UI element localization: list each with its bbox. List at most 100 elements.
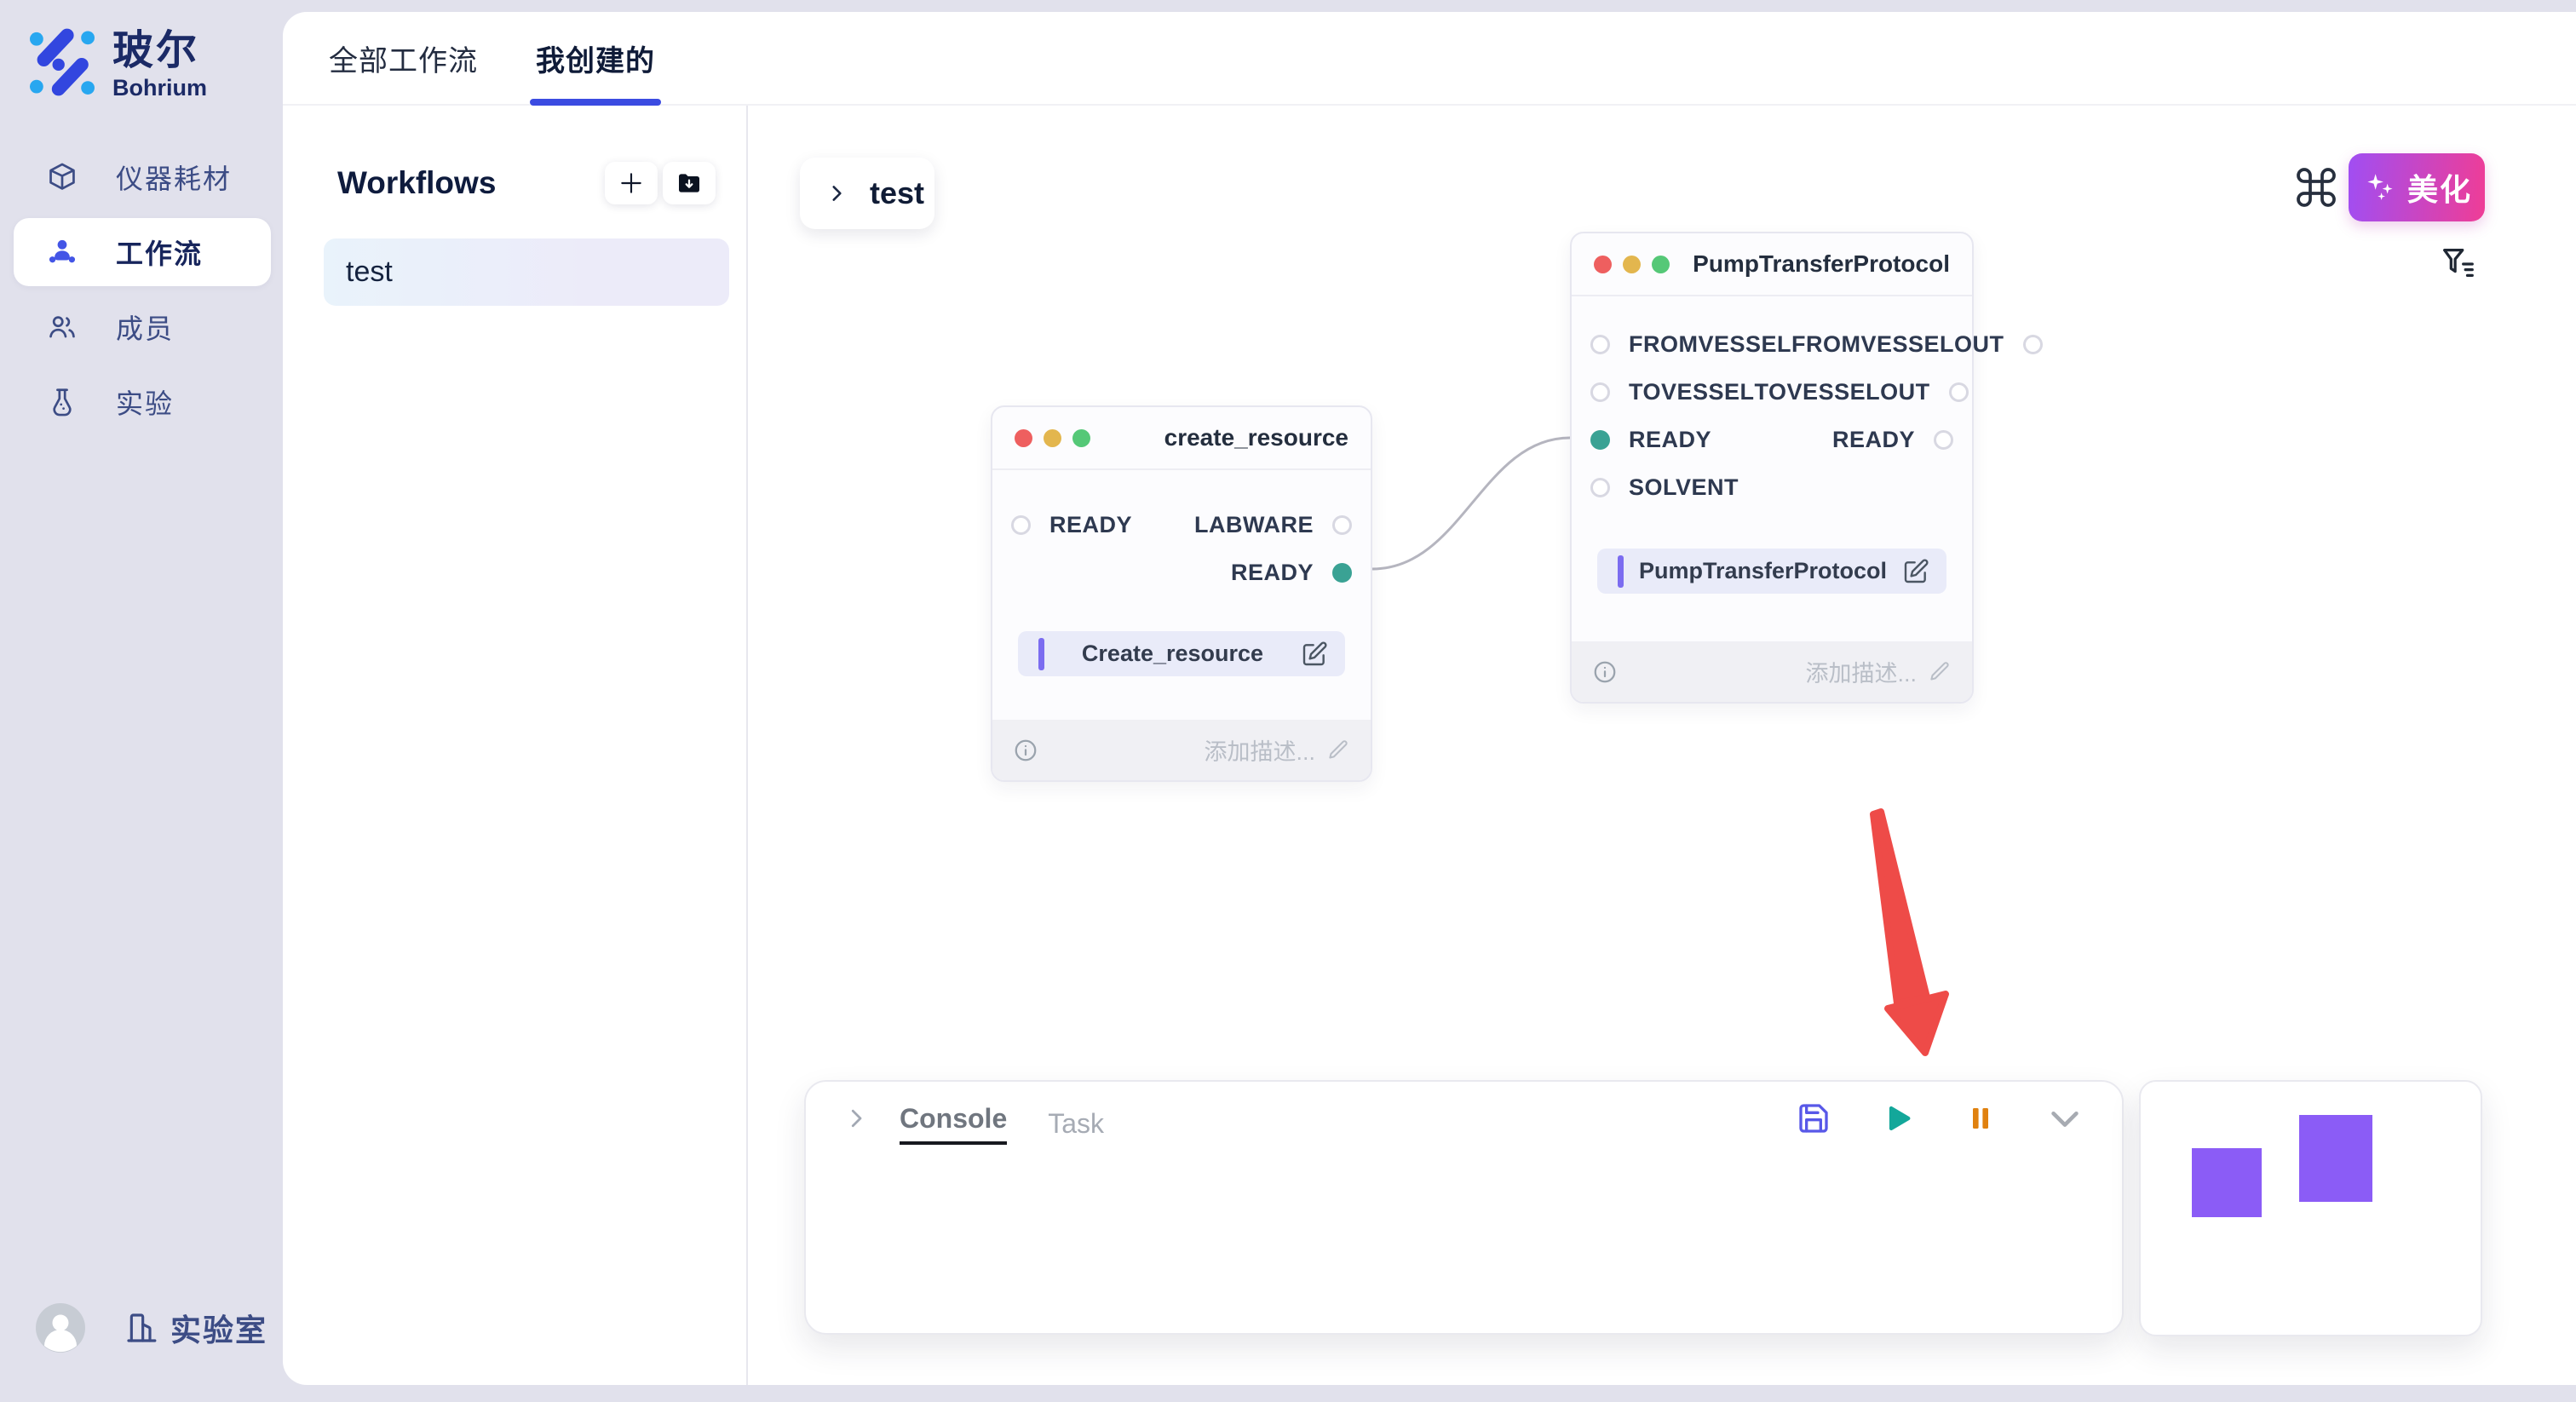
sidebar-item-instruments[interactable]: 仪器耗材 — [14, 143, 271, 211]
port-output-ready[interactable]: READY — [1231, 560, 1352, 586]
pill-label: Create_resource — [1044, 641, 1301, 667]
bohrium-logo-icon — [26, 26, 99, 99]
console-expand-icon[interactable] — [843, 1106, 869, 1131]
sidebar-item-label: 成员 — [116, 307, 174, 347]
port-output-tovesselout[interactable]: TOVESSELOUT — [1755, 379, 1969, 405]
beautify-label: 美化 — [2407, 165, 2472, 210]
pencil-icon — [1327, 738, 1350, 761]
annotation-arrow — [1873, 812, 1946, 1053]
port-handle[interactable] — [1934, 430, 1953, 450]
folder-download-icon — [676, 170, 703, 197]
node-footer: 添加描述... — [992, 720, 1371, 780]
play-icon[interactable] — [1880, 1100, 1916, 1136]
sidebar-item-members[interactable]: 成员 — [14, 293, 271, 361]
sidebar: 玻尔 Bohrium 仪器耗材 工作流 — [0, 0, 283, 1402]
workflow-name: test — [346, 256, 393, 289]
tab-my-created[interactable]: 我创建的 — [536, 12, 655, 104]
brand-name-cn: 玻尔 — [112, 27, 207, 75]
port-handle[interactable] — [1590, 335, 1610, 354]
pill-accent-bar — [1618, 555, 1624, 588]
plus-icon — [618, 170, 645, 197]
node-ports: READY LABWARE READY — [992, 501, 1371, 596]
minimap-node — [2192, 1148, 2262, 1217]
sidebar-footer: 实验室 — [36, 1303, 267, 1353]
sidebar-item-experiments[interactable]: 实验 — [14, 368, 271, 436]
app-screen: 玻尔 Bohrium 仪器耗材 工作流 — [0, 0, 2576, 1402]
beautify-button[interactable]: 美化 — [2349, 153, 2485, 221]
save-icon[interactable] — [1797, 1101, 1831, 1135]
edge-create-resource-to-pump — [1372, 438, 1570, 569]
node-title: PumpTransferProtocol — [1693, 250, 1950, 278]
breadcrumb[interactable]: test — [800, 158, 934, 229]
info-icon[interactable] — [1013, 738, 1038, 763]
minimap-node — [2299, 1115, 2372, 1202]
sidebar-item-workflow[interactable]: 工作流 — [14, 218, 271, 286]
edit-icon[interactable] — [1301, 641, 1328, 668]
port-input-solvent[interactable]: SOLVENT — [1590, 474, 1739, 501]
info-icon[interactable] — [1592, 659, 1618, 685]
port-handle[interactable] — [1949, 382, 1969, 402]
sidebar-item-label: 仪器耗材 — [116, 158, 232, 197]
chevron-down-icon[interactable] — [2045, 1099, 2084, 1138]
node-title: create_resource — [1164, 424, 1348, 451]
console-header: Console Task — [806, 1082, 2122, 1155]
workflow-canvas[interactable]: test 美化 — [748, 106, 2576, 1385]
user-avatar[interactable] — [36, 1303, 85, 1353]
port-output-ready[interactable]: READY — [1832, 427, 1953, 453]
filter-icon[interactable] — [2438, 244, 2477, 283]
minimap[interactable] — [2139, 1080, 2482, 1336]
port-handle-connected[interactable] — [1332, 563, 1352, 583]
node-action-pill[interactable]: PumpTransferProtocol — [1597, 549, 1946, 594]
command-icon[interactable] — [2292, 164, 2340, 211]
port-output-fromvesselout[interactable]: FROMVESSELOUT — [1791, 331, 2043, 358]
sidebar-item-label: 实验 — [116, 382, 174, 422]
port-input-ready[interactable]: READY — [1011, 512, 1132, 538]
node-description[interactable]: 添加描述... — [1805, 655, 1952, 688]
node-ports: FROMVESSEL FROMVESSELOUT TOVESSEL — [1572, 320, 1972, 511]
pill-accent-bar — [1038, 638, 1044, 670]
node-footer: 添加描述... — [1572, 641, 1972, 702]
node-action-pill[interactable]: Create_resource — [1018, 631, 1345, 676]
pause-icon[interactable] — [1965, 1103, 1996, 1134]
brand-name-en: Bohrium — [112, 75, 207, 101]
port-handle-connected[interactable] — [1590, 430, 1610, 450]
node-pump-transfer-protocol[interactable]: PumpTransferProtocol FROMVESSEL FROMVESS… — [1570, 232, 1974, 704]
import-workflow-button[interactable] — [663, 162, 716, 204]
port-handle[interactable] — [2023, 335, 2043, 354]
port-handle[interactable] — [1590, 382, 1610, 402]
port-handle[interactable] — [1590, 478, 1610, 497]
lab-switcher[interactable]: 实验室 — [170, 1306, 267, 1350]
task-tab[interactable]: Task — [1048, 1098, 1104, 1140]
sparkles-icon — [2361, 170, 2397, 205]
workflow-list-item-test[interactable]: test — [324, 238, 729, 306]
node-description[interactable]: 添加描述... — [1204, 733, 1350, 767]
workflow-team-icon — [46, 236, 78, 268]
tab-all-workflows[interactable]: 全部工作流 — [329, 12, 478, 104]
add-workflow-button[interactable] — [605, 162, 658, 204]
sidebar-menu: 仪器耗材 工作流 成员 — [14, 143, 271, 436]
workflows-title: Workflows — [337, 165, 496, 201]
edit-icon[interactable] — [1902, 558, 1929, 585]
breadcrumb-label: test — [870, 175, 924, 211]
workflow-tabbar: 全部工作流 我创建的 — [283, 12, 2576, 106]
members-icon — [46, 311, 78, 343]
port-handle[interactable] — [1011, 515, 1031, 535]
test-tube-icon — [46, 386, 78, 418]
main-panel: 全部工作流 我创建的 Workflows — [283, 12, 2576, 1385]
console-panel: Console Task — [804, 1080, 2124, 1335]
port-output-labware[interactable]: LABWARE — [1194, 512, 1352, 538]
port-input-tovessel[interactable]: TOVESSEL — [1590, 379, 1755, 405]
traffic-dots-icon — [1015, 429, 1090, 447]
port-input-ready[interactable]: READY — [1590, 427, 1711, 453]
sidebar-item-label: 工作流 — [116, 233, 203, 272]
traffic-dots-icon — [1594, 256, 1670, 273]
node-header: PumpTransferProtocol — [1572, 233, 1972, 296]
node-header: create_resource — [992, 407, 1371, 470]
chevron-right-icon — [825, 182, 848, 204]
port-input-fromvessel[interactable]: FROMVESSEL — [1590, 331, 1791, 358]
content-row: Workflows test — [283, 106, 2576, 1385]
brand-logo: 玻尔 Bohrium — [26, 26, 207, 101]
node-create-resource[interactable]: create_resource READY LABWARE — [991, 405, 1372, 782]
port-handle[interactable] — [1332, 515, 1352, 535]
console-tab[interactable]: Console — [900, 1093, 1007, 1145]
